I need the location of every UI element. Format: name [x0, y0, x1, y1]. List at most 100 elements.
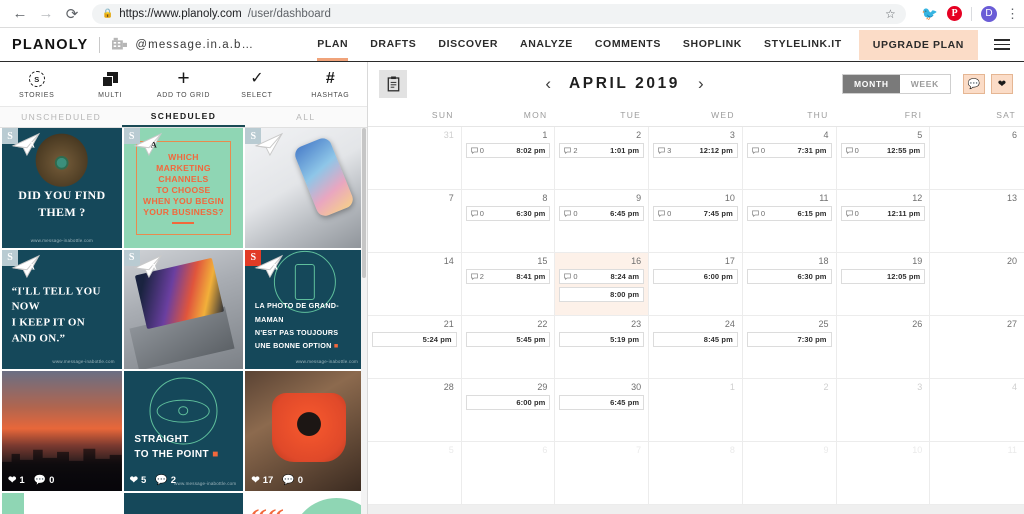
calendar-day-cell[interactable]: 24 8:45 pm — [649, 316, 743, 378]
view-month-button[interactable]: MONTH — [843, 75, 900, 93]
chevron-left-icon[interactable]: ‹ — [543, 74, 553, 94]
calendar-event[interactable]: 6:00 pm — [653, 269, 738, 284]
calendar-event[interactable]: 5:45 pm — [465, 332, 551, 347]
clipboard-icon[interactable] — [379, 70, 407, 98]
calendar-event[interactable]: 0 6:15 pm — [746, 206, 832, 221]
calendar-event[interactable]: 12:05 pm — [840, 269, 926, 284]
calendar-day-cell[interactable]: 11 0 6:15 pm — [743, 190, 837, 252]
comment-bubble-icon[interactable]: 💬 — [963, 74, 985, 94]
tab-scheduled[interactable]: SCHEDULED — [122, 107, 245, 127]
app-logo[interactable]: PLANOLY — [12, 37, 88, 53]
back-arrow-icon[interactable]: ← — [8, 2, 32, 26]
calendar-day-cell[interactable]: 5 0 12:55 pm — [837, 127, 931, 189]
calendar-event[interactable]: 8:45 pm — [653, 332, 738, 347]
media-thumb[interactable]: LA PHOTO DE GRAND-MAMAN N'EST PAS TOUJOUR… — [245, 249, 365, 370]
calendar-day-cell[interactable]: 10 0 7:45 pm — [649, 190, 743, 252]
media-thumb[interactable]: ““ — [245, 493, 365, 514]
nav-shoplink[interactable]: SHOPLINK — [672, 29, 753, 60]
calendar-day-cell[interactable]: 15 2 8:41 pm — [462, 253, 556, 315]
calendar-day-cell[interactable]: 6 — [462, 442, 556, 504]
calendar-day-cell[interactable]: 2 2 1:01 pm — [555, 127, 650, 189]
view-week-button[interactable]: WEEK — [899, 75, 950, 93]
tool-hashtag[interactable]: # HASHTAG — [294, 70, 367, 99]
calendar-event[interactable]: 5:19 pm — [559, 332, 645, 347]
calendar-event[interactable]: 0 7:45 pm — [653, 206, 738, 221]
forward-arrow-icon[interactable]: → — [34, 2, 58, 26]
media-thumb[interactable]: EN TOUT CAS — [2, 493, 122, 514]
calendar-event[interactable]: 3 12:12 pm — [653, 143, 738, 158]
calendar-day-cell[interactable]: 23 5:19 pm — [555, 316, 650, 378]
calendar-event[interactable]: 2 1:01 pm — [559, 143, 645, 158]
calendar-day-cell[interactable]: 31 — [368, 127, 462, 189]
calendar-day-cell[interactable]: 28 — [368, 379, 462, 441]
calendar-day-cell[interactable]: 6 — [930, 127, 1024, 189]
media-thumb[interactable]: S A — [123, 249, 244, 370]
calendar-day-cell[interactable]: 5 — [368, 442, 462, 504]
media-thumb[interactable]: STRAIGHT TO THE POINT ■ www.message-inabo… — [123, 371, 244, 492]
media-thumb[interactable]: S — [245, 128, 365, 248]
heart-icon[interactable]: ❤ — [991, 74, 1013, 94]
calendar-day-cell[interactable]: 16 0 8:24 am 8:00 pm — [555, 253, 650, 315]
calendar-event[interactable]: 0 6:30 pm — [465, 206, 551, 221]
tool-select[interactable]: ✓ SELECT — [220, 70, 293, 99]
calendar-day-cell[interactable]: 13 — [930, 190, 1024, 252]
calendar-event[interactable]: 0 7:31 pm — [746, 143, 832, 158]
nav-comments[interactable]: COMMENTS — [584, 29, 672, 60]
calendar-event[interactable]: 0 12:55 pm — [840, 143, 926, 158]
nav-stylelink[interactable]: STYLELINK.IT — [753, 29, 853, 60]
nav-drafts[interactable]: DRAFTS — [359, 29, 427, 60]
calendar-day-cell[interactable]: 17 6:00 pm — [649, 253, 743, 315]
star-icon[interactable]: ☆ — [885, 7, 896, 21]
calendar-day-cell[interactable]: 25 7:30 pm — [743, 316, 837, 378]
calendar-day-cell[interactable]: 7 — [555, 442, 650, 504]
reload-icon[interactable]: ⟳ — [60, 2, 84, 26]
calendar-day-cell[interactable]: 22 5:45 pm — [462, 316, 556, 378]
calendar-day-cell[interactable]: 2 — [743, 379, 837, 441]
calendar-day-cell[interactable]: 1 — [649, 379, 743, 441]
calendar-day-cell[interactable]: 9 — [743, 442, 837, 504]
calendar-event[interactable]: 0 12:11 pm — [840, 206, 926, 221]
nav-discover[interactable]: DISCOVER — [427, 29, 509, 60]
tool-stories[interactable]: S STORIES — [0, 70, 73, 99]
calendar-day-cell[interactable]: 14 — [368, 253, 462, 315]
address-bar[interactable]: 🔒 https://www.planoly.com/user/dashboard… — [92, 3, 906, 24]
calendar-day-cell[interactable]: 3 3 12:12 pm — [649, 127, 743, 189]
media-thumb[interactable]: ❤ 1 💬 0 — [2, 371, 122, 492]
calendar-day-cell[interactable]: 18 6:30 pm — [743, 253, 837, 315]
calendar-event[interactable]: 6:45 pm — [559, 395, 645, 410]
media-thumb[interactable] — [123, 493, 244, 514]
tool-multi[interactable]: MULTI — [73, 70, 146, 99]
pinterest-icon[interactable]: P — [947, 6, 962, 21]
media-thumb[interactable]: DID YOU FIND THEM ? www.message-inabottl… — [2, 128, 122, 248]
calendar-event[interactable]: 2 8:41 pm — [465, 269, 551, 284]
calendar-event[interactable]: 0 8:02 pm — [465, 143, 551, 158]
calendar-day-cell[interactable]: 3 — [837, 379, 931, 441]
calendar-day-cell[interactable]: 21 5:24 pm — [368, 316, 462, 378]
tab-unscheduled[interactable]: UNSCHEDULED — [0, 107, 122, 127]
calendar-event[interactable]: 5:24 pm — [372, 332, 457, 347]
calendar-day-cell[interactable]: 27 — [930, 316, 1024, 378]
calendar-day-cell[interactable]: 19 12:05 pm — [837, 253, 931, 315]
calendar-day-cell[interactable]: 7 — [368, 190, 462, 252]
chevron-right-icon[interactable]: › — [696, 74, 706, 94]
media-thumb[interactable]: “I'LL TELL YOU NOW I KEEP IT ON AND ON.” … — [2, 249, 122, 370]
calendar-event[interactable]: 6:30 pm — [746, 269, 832, 284]
calendar-day-cell[interactable]: 8 — [649, 442, 743, 504]
calendar-event[interactable]: 7:30 pm — [746, 332, 832, 347]
nav-analyze[interactable]: ANALYZE — [509, 29, 584, 60]
calendar-event[interactable]: 8:00 pm — [559, 287, 645, 302]
calendar-event[interactable]: 0 6:45 pm — [559, 206, 645, 221]
media-thumb[interactable]: ❤ 17 💬 0 — [245, 371, 365, 492]
calendar-event[interactable]: 0 8:24 am — [559, 269, 645, 284]
calendar-day-cell[interactable]: 20 — [930, 253, 1024, 315]
media-grid-scroll[interactable]: DID YOU FIND THEM ? www.message-inabottl… — [0, 128, 367, 514]
calendar-day-cell[interactable]: 4 — [930, 379, 1024, 441]
calendar-day-cell[interactable]: 11 — [930, 442, 1024, 504]
sidebar-scrollbar[interactable] — [361, 128, 367, 514]
calendar-day-cell[interactable]: 30 6:45 pm — [555, 379, 650, 441]
calendar-day-cell[interactable]: 9 0 6:45 pm — [555, 190, 650, 252]
calendar-event[interactable]: 6:00 pm — [465, 395, 551, 410]
nav-plan[interactable]: PLAN — [306, 29, 359, 61]
twitter-icon[interactable]: 🐦 — [922, 7, 938, 20]
calendar-day-cell[interactable]: 4 0 7:31 pm — [743, 127, 837, 189]
